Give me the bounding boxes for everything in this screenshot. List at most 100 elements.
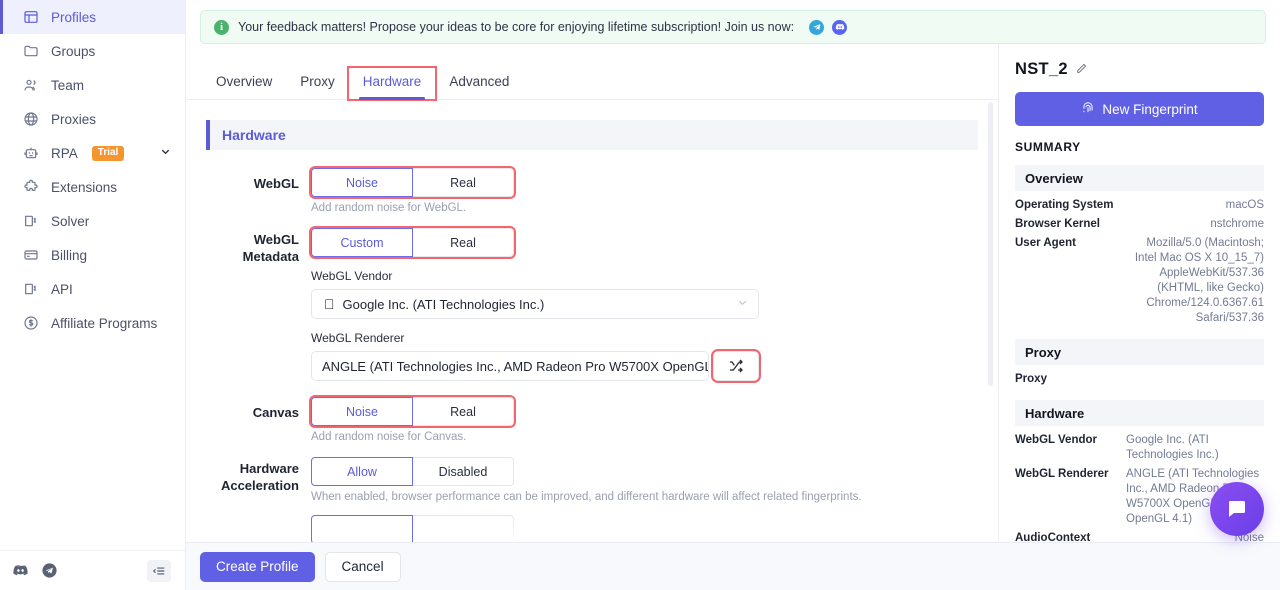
summary-key: Proxy [1015, 373, 1047, 385]
field-body: Allow Disabled When enabled, browser per… [311, 457, 978, 503]
summary-row-browser-kernel: Browser Kernel nstchrome [1015, 215, 1264, 234]
sidebar-item-team[interactable]: Team [0, 68, 185, 102]
dollar-circle-icon [22, 315, 39, 332]
profile-title: NST_2 [1015, 60, 1264, 79]
sidebar-footer [0, 550, 185, 590]
sidebar-item-api[interactable]: API [0, 272, 185, 306]
shuffle-icon[interactable] [711, 349, 761, 383]
webgl-option-real[interactable]: Real [412, 168, 514, 197]
sidebar-item-label: Extensions [51, 179, 118, 195]
sidebar-item-label: RPA [51, 145, 78, 161]
form-scrollbar[interactable] [988, 100, 993, 590]
puzzle-icon [22, 179, 39, 196]
form-column: Overview Proxy Hardware Advanced Hardwar… [186, 44, 998, 590]
webgl-option-noise[interactable]: Noise [311, 168, 413, 197]
next-toggle-partial[interactable] [311, 515, 514, 544]
summary-row-operating-system: Operating System macOS [1015, 196, 1264, 215]
field-label: Canvas [252, 405, 299, 420]
summary-value: Google Inc. (ATI Technologies Inc.) [1126, 434, 1219, 461]
field-label: WebGL [253, 176, 299, 191]
webgl-renderer-input[interactable]: ANGLE (ATI Technologies Inc., AMD Radeon… [311, 351, 709, 381]
chevron-down-icon[interactable] [160, 146, 171, 160]
webgl-metadata-toggle[interactable]: Custom Real [309, 226, 516, 259]
info-icon: i [214, 19, 229, 35]
webgl-renderer-row: ANGLE (ATI Technologies Inc., AMD Radeon… [311, 349, 761, 383]
create-profile-button[interactable]: Create Profile [200, 551, 315, 582]
summary-key: WebGL Renderer [1015, 468, 1109, 480]
next-option-a[interactable] [311, 515, 413, 544]
summary-section-overview-header: Overview [1015, 165, 1264, 191]
tab-overview[interactable]: Overview [202, 68, 286, 99]
tab-hardware[interactable]: Hardware [346, 66, 438, 101]
feedback-banner: i Your feedback matters! Propose your id… [200, 10, 1266, 44]
sidebar-item-profiles[interactable]: Profiles [0, 0, 185, 34]
new-fingerprint-label: New Fingerprint [1102, 101, 1198, 117]
sidebar-item-label: Solver [51, 213, 90, 229]
hardware-acceleration-hint: When enabled, browser performance can be… [311, 491, 862, 503]
summary-heading: SUMMARY [1015, 140, 1081, 154]
hardware-acceleration-option-disabled[interactable]: Disabled [412, 457, 514, 486]
users-icon [22, 77, 39, 94]
rpa-trial-badge: Trial [91, 145, 125, 161]
hardware-acceleration-toggle[interactable]: Allow Disabled [311, 457, 514, 486]
field-webgl-metadata: WebGL Metadata Custom Real WebGL Vendor … [206, 226, 978, 383]
summary-value: nstchrome [1210, 218, 1264, 230]
pencil-icon[interactable] [1075, 62, 1088, 78]
summary-panel: NST_2 New Fingerprint SUMMARY Overview O… [998, 44, 1280, 590]
content-row: Overview Proxy Hardware Advanced Hardwar… [186, 44, 1280, 590]
sidebar-item-label: API [51, 281, 73, 297]
tab-proxy[interactable]: Proxy [286, 68, 349, 99]
collapse-sidebar-icon[interactable] [147, 559, 171, 582]
summary-key: WebGL Vendor [1015, 434, 1098, 446]
sidebar-item-solver[interactable]: Solver [0, 204, 185, 238]
globe-icon [22, 111, 39, 128]
summary-key: Browser Kernel [1015, 218, 1101, 230]
summary-key: Operating System [1015, 199, 1114, 211]
banner-wrapper: i Your feedback matters! Propose your id… [186, 0, 1280, 44]
canvas-toggle[interactable]: Noise Real [309, 395, 516, 428]
canvas-option-noise[interactable]: Noise [311, 397, 413, 426]
new-fingerprint-button[interactable]: New Fingerprint [1015, 92, 1264, 126]
sidebar-item-extensions[interactable]: Extensions [0, 170, 185, 204]
sidebar-item-rpa[interactable]: RPA Trial [0, 136, 185, 170]
field-hardware-acceleration: Hardware Acceleration Allow Disabled Whe… [206, 457, 978, 503]
tab-label: Overview [216, 74, 273, 89]
banner-social-links [809, 19, 848, 35]
webgl-vendor-select[interactable]:  Google Inc. (ATI Technologies Inc.) [311, 289, 759, 319]
webgl-vendor-value: Google Inc. (ATI Technologies Inc.) [332, 296, 545, 312]
webgl-renderer-label: WebGL Renderer [311, 331, 405, 345]
summary-row-user-agent: User Agent Mozilla/5.0 (Macintosh; Intel… [1015, 234, 1264, 328]
webgl-toggle[interactable]: Noise Real [309, 166, 516, 199]
webgl-hint: Add random noise for WebGL. [311, 202, 467, 214]
discord-icon[interactable] [832, 19, 848, 35]
chat-bubble-icon[interactable] [1210, 482, 1264, 536]
discord-icon[interactable] [12, 562, 29, 579]
tab-label: Hardware [362, 74, 422, 89]
sidebar-item-billing[interactable]: Billing [0, 238, 185, 272]
sidebar-item-affiliate-programs[interactable]: Affiliate Programs [0, 306, 185, 340]
webgl-metadata-option-real[interactable]: Real [412, 228, 514, 257]
sidebar-nav: Profiles Groups Team Proxies RPA Trial E… [0, 0, 185, 550]
form-scrollbar-thumb[interactable] [988, 102, 993, 386]
tab-advanced[interactable]: Advanced [435, 68, 523, 99]
folder-icon [22, 43, 39, 60]
next-option-b[interactable] [412, 515, 514, 544]
hardware-acceleration-option-allow[interactable]: Allow [311, 457, 413, 486]
hardware-section-header: Hardware [206, 120, 978, 150]
sidebar-item-groups[interactable]: Groups [0, 34, 185, 68]
telegram-icon[interactable] [41, 562, 58, 579]
apple-icon:  [324, 297, 335, 311]
sidebar-item-label: Team [51, 77, 85, 93]
telegram-icon[interactable] [809, 19, 825, 35]
cancel-button[interactable]: Cancel [324, 551, 401, 582]
hardware-form: Hardware WebGL Noise Real Add random noi… [186, 100, 998, 590]
sidebar-item-label: Billing [51, 247, 88, 263]
bottom-action-bar: Create Profile Cancel [186, 542, 1280, 590]
summary-value: Mozilla/5.0 (Macintosh; Intel Mac OS X 1… [1134, 237, 1264, 324]
page-title: NST_2 [1015, 60, 1068, 78]
canvas-hint: Add random noise for Canvas. [311, 431, 467, 443]
chevron-down-icon [737, 297, 748, 311]
canvas-option-real[interactable]: Real [412, 397, 514, 426]
webgl-metadata-option-custom[interactable]: Custom [311, 228, 413, 257]
sidebar-item-proxies[interactable]: Proxies [0, 102, 185, 136]
